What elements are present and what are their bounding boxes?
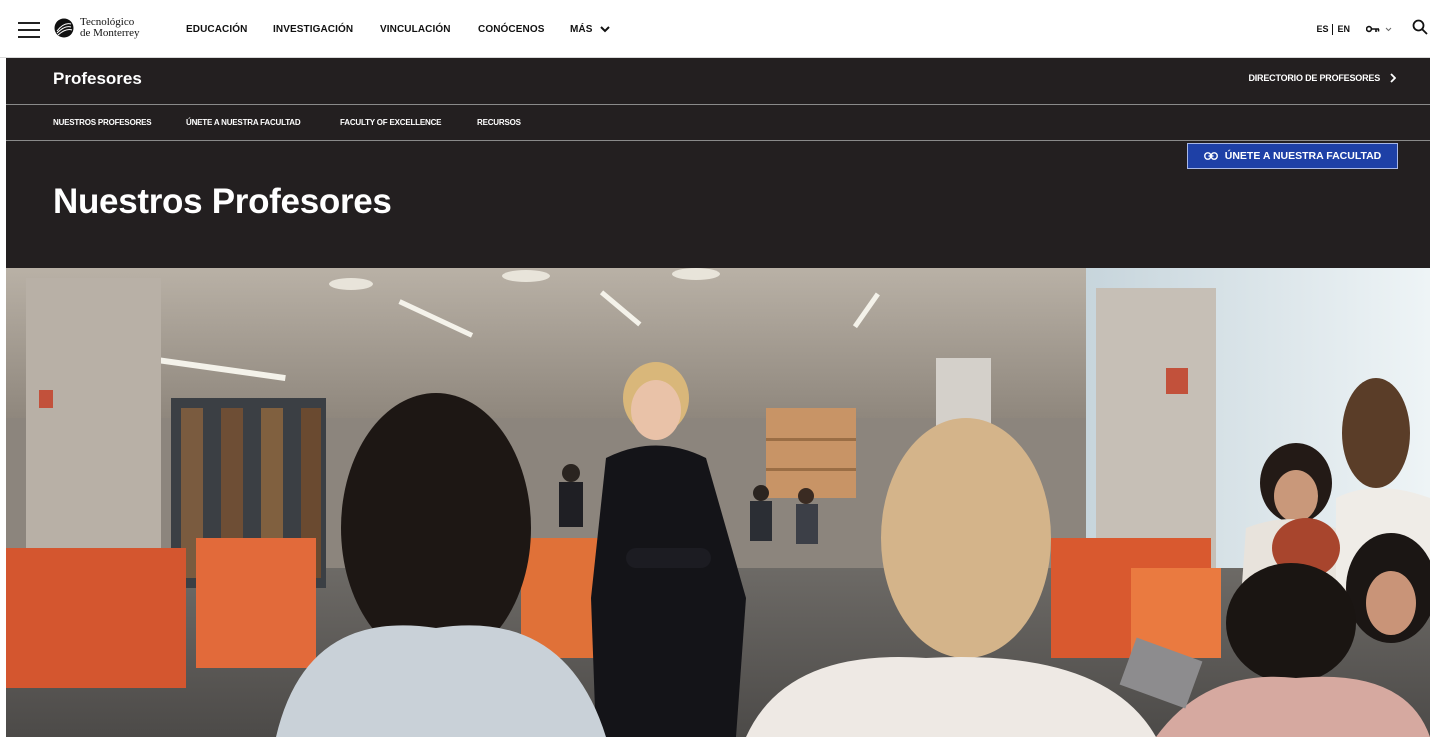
hero-illustration: [6, 268, 1430, 737]
logo-wordmark: Tecnológico de Monterrey: [80, 17, 140, 39]
subnav-nuestros-profesores[interactable]: NUESTROS PROFESORES: [53, 118, 186, 127]
subnav-faculty-excellence[interactable]: FACULTY OF EXCELLENCE: [340, 118, 477, 127]
main-nav: EDUCACIÓN INVESTIGACIÓN VINCULACIÓN CONÓ…: [186, 0, 610, 58]
tec-logo[interactable]: Tecnológico de Monterrey: [54, 17, 140, 39]
section-header: Profesores DIRECTORIO DE PROFESORES NUES…: [6, 58, 1430, 268]
link-icon: [1203, 152, 1218, 160]
chevron-down-icon: [599, 25, 610, 32]
subnav-unete[interactable]: ÚNETE A NUESTRA FACULTAD: [186, 118, 340, 127]
search-icon: [1412, 19, 1428, 35]
lang-en[interactable]: EN: [1337, 24, 1350, 34]
tec-logo-icon: [54, 18, 74, 38]
lang-es[interactable]: ES: [1316, 24, 1328, 34]
join-faculty-button-label: ÚNETE A NUESTRA FACULTAD: [1224, 150, 1382, 162]
section-subnav: NUESTROS PROFESORES ÚNETE A NUESTRA FACU…: [53, 118, 521, 127]
nav-mas-label: MÁS: [570, 23, 593, 35]
nav-mas[interactable]: MÁS: [570, 24, 610, 35]
nav-conocenos[interactable]: CONÓCENOS: [478, 24, 570, 35]
chevron-down-icon: [1385, 27, 1392, 31]
login-button[interactable]: [1366, 25, 1392, 33]
lang-divider: [1332, 23, 1334, 35]
page-title: Nuestros Profesores: [53, 182, 392, 221]
directory-link[interactable]: DIRECTORIO DE PROFESORES: [1248, 73, 1396, 83]
logo-line2: de Monterrey: [80, 27, 140, 39]
hamburger-icon[interactable]: [18, 22, 40, 38]
subnav-recursos[interactable]: RECURSOS: [477, 118, 521, 127]
search-button[interactable]: [1412, 19, 1428, 40]
divider: [6, 140, 1430, 141]
divider: [6, 104, 1430, 105]
chevron-right-icon: [1390, 73, 1396, 83]
language-switcher: ES EN: [1316, 23, 1350, 35]
section-title[interactable]: Profesores: [53, 69, 142, 89]
nav-vinculacion[interactable]: VINCULACIÓN: [380, 24, 478, 35]
nav-investigacion[interactable]: INVESTIGACIÓN: [273, 24, 380, 35]
nav-educacion[interactable]: EDUCACIÓN: [186, 24, 273, 35]
hero-image: [6, 268, 1430, 737]
directory-link-label: DIRECTORIO DE PROFESORES: [1248, 73, 1380, 83]
join-faculty-button[interactable]: ÚNETE A NUESTRA FACULTAD: [1187, 143, 1398, 169]
top-navigation-bar: Tecnológico de Monterrey EDUCACIÓN INVES…: [0, 0, 1430, 58]
header-utilities: ES EN: [1316, 0, 1430, 58]
key-icon: [1366, 25, 1380, 33]
